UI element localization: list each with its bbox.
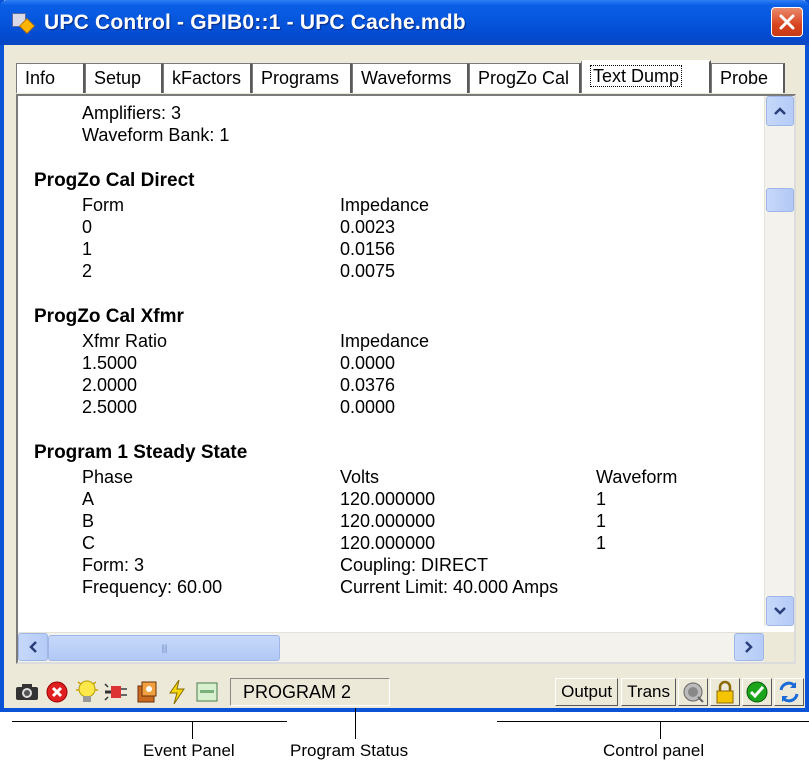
status-bar: PROGRAM 2 Output Trans xyxy=(12,676,804,708)
chevron-left-icon xyxy=(29,641,37,653)
section-title: ProgZo Cal Direct xyxy=(34,170,195,191)
column-header: Xfmr Ratio xyxy=(82,331,168,351)
app-window: UPC Control - GPIB0::1 - UPC Cache.mdb I… xyxy=(0,0,809,712)
cell: 2.0000 xyxy=(82,375,138,395)
plug-icon[interactable] xyxy=(102,677,132,707)
lightbulb-icon[interactable] xyxy=(72,677,102,707)
close-icon xyxy=(779,14,795,30)
horizontal-scroll-thumb[interactable]: |||| xyxy=(48,635,280,661)
tab-label: Probe xyxy=(720,68,769,88)
scroll-corner xyxy=(764,632,794,662)
column-header: Impedance xyxy=(340,331,430,351)
text-dump-pane[interactable]: Amplifiers: 3 Waveform Bank: 1 ProgZo Ca… xyxy=(16,94,796,664)
tab-label: kFactors xyxy=(172,68,242,88)
cell: 2.5000 xyxy=(82,397,138,417)
cell: 1 xyxy=(596,533,607,553)
coupling-line: Coupling: DIRECT xyxy=(340,555,489,575)
cell: 120.000000 xyxy=(340,533,436,553)
section-title: ProgZo Cal Xfmr xyxy=(34,306,184,327)
title-bar[interactable]: UPC Control - GPIB0::1 - UPC Cache.mdb xyxy=(0,0,809,45)
chevron-down-icon xyxy=(774,607,786,615)
refresh-icon[interactable] xyxy=(774,678,804,706)
cell: A xyxy=(82,489,95,509)
tab-programs[interactable]: Programs xyxy=(252,63,352,93)
program-status-label: Program Status xyxy=(290,741,409,760)
vertical-scroll-thumb[interactable] xyxy=(766,188,794,212)
cell: 0.0075 xyxy=(340,261,396,281)
cell: 0 xyxy=(82,217,93,237)
cell: 1 xyxy=(82,239,93,259)
form-line: Form: 3 xyxy=(82,555,145,575)
control-panel-bracket xyxy=(497,721,809,722)
tab-label: Setup xyxy=(94,68,142,88)
cell: 0.0376 xyxy=(340,375,396,395)
chip-icon[interactable] xyxy=(132,677,162,707)
scroll-right-button[interactable] xyxy=(734,633,764,661)
cell: 0.0023 xyxy=(340,217,396,237)
tab-label: Waveforms xyxy=(361,68,452,88)
tab-probe[interactable]: Probe xyxy=(711,63,785,93)
cell: B xyxy=(82,511,95,531)
display-icon[interactable] xyxy=(192,677,222,707)
program-status-pointer xyxy=(355,708,356,739)
cell: 0.0000 xyxy=(340,397,396,417)
current-limit-line: Current Limit: 40.000 Amps xyxy=(340,577,559,597)
column-header: Waveform xyxy=(596,467,678,487)
column-header: Form xyxy=(82,195,124,215)
cell: 120.000000 xyxy=(340,511,436,531)
control-panel-label: Control panel xyxy=(603,741,705,760)
error-icon[interactable] xyxy=(42,677,72,707)
event-panel-label: Event Panel xyxy=(143,741,235,760)
cell: 0.0000 xyxy=(340,353,396,373)
event-panel-pointer xyxy=(192,721,193,739)
cell: C xyxy=(82,533,95,553)
grip-icon: |||| xyxy=(161,643,167,653)
speaker-icon[interactable] xyxy=(678,678,708,706)
trans-button[interactable]: Trans xyxy=(621,678,676,706)
tab-kfactors[interactable]: kFactors xyxy=(163,63,252,93)
tab-label: Programs xyxy=(261,68,340,88)
window-title: UPC Control - GPIB0::1 - UPC Cache.mdb xyxy=(44,10,466,34)
cell: 120.000000 xyxy=(340,489,436,509)
cell: 1.5000 xyxy=(82,353,138,373)
tab-strip: Info Setup kFactors Programs Waveforms P… xyxy=(16,60,796,94)
tab-label: Info xyxy=(25,68,56,88)
lock-icon[interactable] xyxy=(710,678,740,706)
cell: 1 xyxy=(596,489,607,509)
tab-text-dump[interactable]: Text Dump xyxy=(581,60,711,93)
scroll-left-button[interactable] xyxy=(18,633,48,661)
tab-waveforms[interactable]: Waveforms xyxy=(352,63,469,93)
chevron-up-icon xyxy=(774,107,786,115)
vertical-scrollbar[interactable] xyxy=(764,96,794,626)
tab-progzo-cal[interactable]: ProgZo Cal xyxy=(469,63,581,93)
control-panel: Output Trans xyxy=(552,676,804,708)
tab-info[interactable]: Info xyxy=(16,63,85,93)
scroll-up-button[interactable] xyxy=(766,96,794,126)
column-header: Impedance xyxy=(340,195,430,215)
tab-setup[interactable]: Setup xyxy=(85,63,163,93)
tab-label: ProgZo Cal xyxy=(478,68,570,88)
cell: 1 xyxy=(596,511,607,531)
amplifiers-line: Amplifiers: 3 xyxy=(82,103,182,123)
cell: 2 xyxy=(82,261,93,281)
app-icon xyxy=(12,11,36,35)
column-header: Phase xyxy=(82,467,134,487)
output-button[interactable]: Output xyxy=(555,678,619,706)
chevron-right-icon xyxy=(745,641,753,653)
column-header: Volts xyxy=(340,467,380,487)
camera-icon[interactable] xyxy=(12,677,42,707)
horizontal-scrollbar[interactable]: |||| xyxy=(18,632,764,662)
cell: 0.0156 xyxy=(340,239,396,259)
control-panel-pointer xyxy=(660,721,661,739)
close-button[interactable] xyxy=(771,7,803,37)
frequency-line: Frequency: 60.00 xyxy=(82,577,223,597)
program-status-field: PROGRAM 2 xyxy=(230,678,390,706)
lightning-icon[interactable] xyxy=(162,677,192,707)
section-title: Program 1 Steady State xyxy=(34,442,248,463)
waveform-bank-line: Waveform Bank: 1 xyxy=(82,125,230,145)
checkmark-icon[interactable] xyxy=(742,678,772,706)
scroll-down-button[interactable] xyxy=(766,596,794,626)
event-panel-bracket xyxy=(12,721,287,722)
tab-label: Text Dump xyxy=(590,65,683,87)
